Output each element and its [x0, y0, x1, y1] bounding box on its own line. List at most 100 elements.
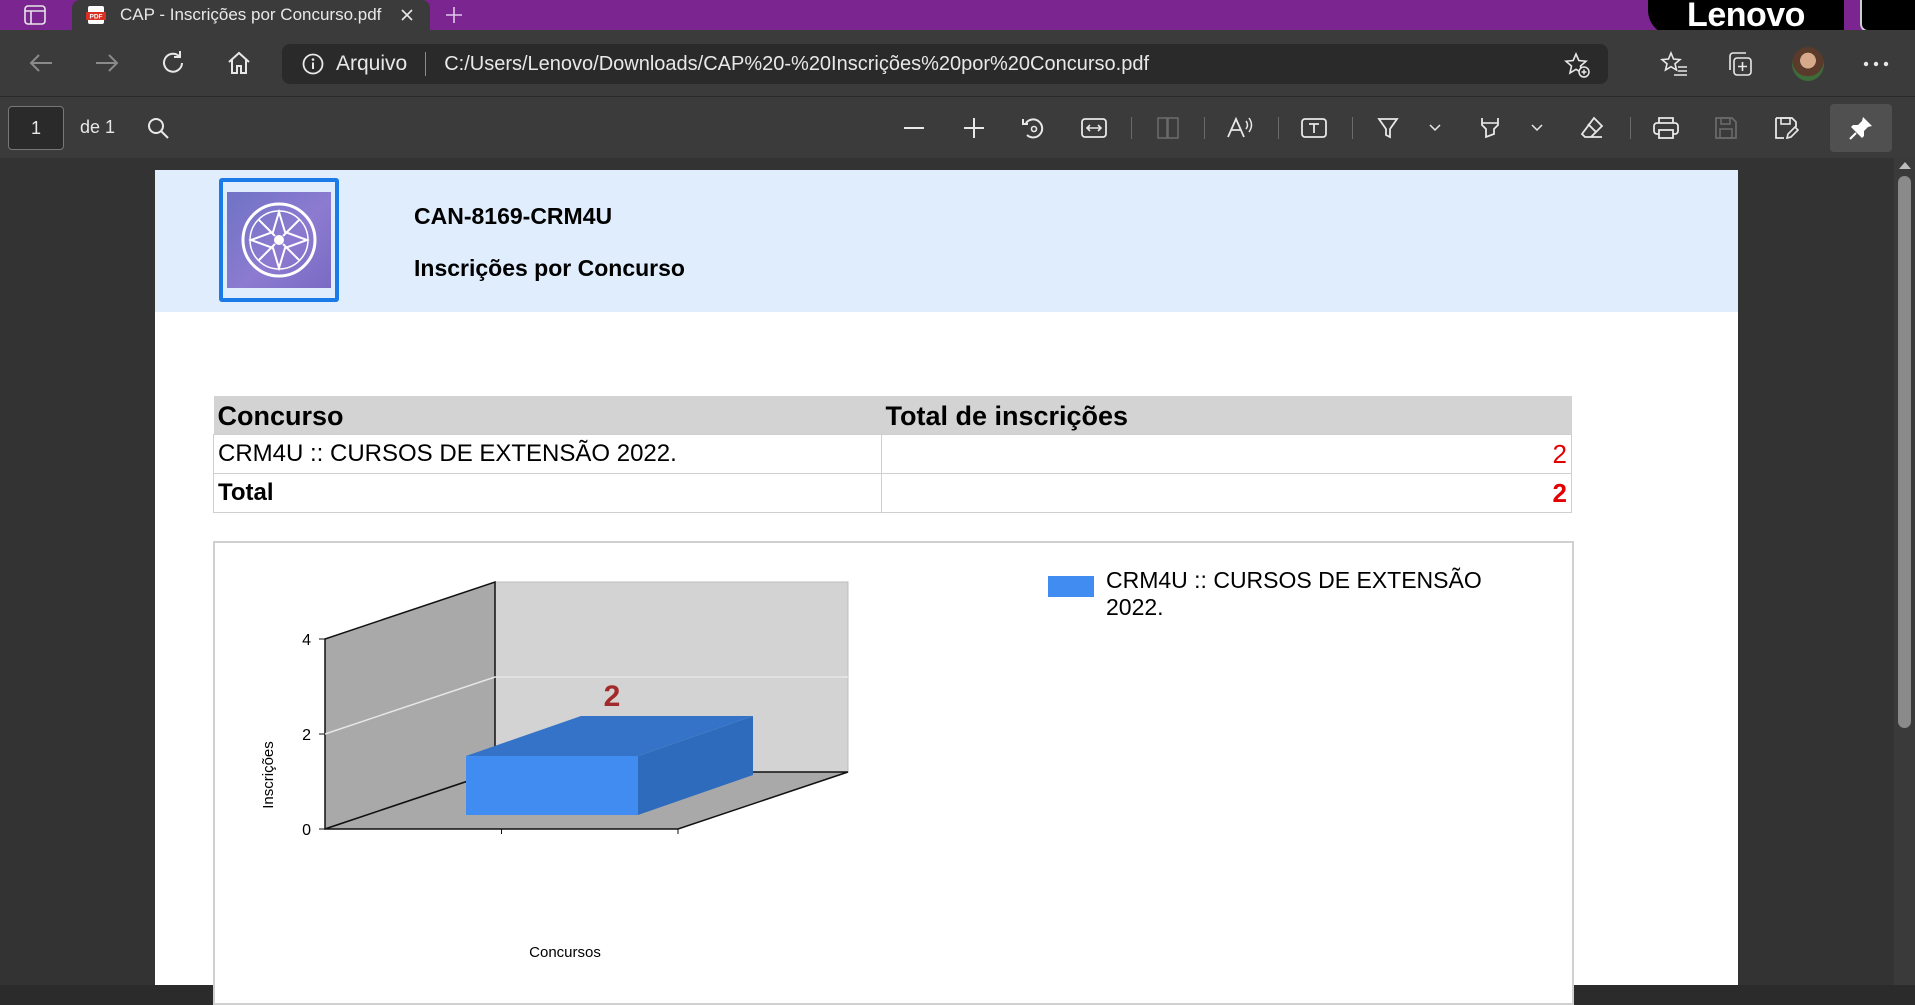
- highlight-button[interactable]: [1474, 112, 1506, 144]
- star-add-icon: [1564, 52, 1590, 78]
- y-axis-label: Inscrições: [260, 741, 277, 809]
- pin-icon: [1849, 117, 1872, 140]
- y-axis-tick-label: 0: [302, 822, 311, 839]
- page-count-label: de 1: [80, 117, 116, 137]
- settings-menu-button[interactable]: [1860, 48, 1892, 80]
- highlighter-icon: [1481, 118, 1499, 139]
- close-tab-button[interactable]: [396, 4, 418, 26]
- save-as-button[interactable]: [1770, 112, 1802, 144]
- address-separator: [425, 52, 427, 76]
- toolbar-divider: [1204, 117, 1205, 139]
- table-total-row: Total 2: [213, 473, 1572, 513]
- search-icon: [148, 118, 169, 139]
- tab-strip: PDF CAP - Inscrições por Concurso.pdf Le…: [0, 0, 1915, 36]
- emblem-icon: [241, 202, 317, 278]
- page-view-icon: [1157, 117, 1179, 139]
- zoom-out-button[interactable]: [898, 112, 930, 144]
- add-favorite-button[interactable]: [1564, 52, 1590, 78]
- pdf-toolbar: de 1: [0, 96, 1915, 158]
- logo-selection-frame[interactable]: [219, 178, 339, 302]
- toolbar-divider: [1278, 117, 1279, 139]
- close-icon: [401, 9, 413, 21]
- browser-toolbar: Arquivo C:/Users/Lenovo/Downloads/CAP%20…: [0, 30, 1915, 96]
- table-row: CRM4U :: CURSOS DE EXTENSÃO 2022. 2: [213, 434, 1572, 474]
- collections-button[interactable]: [1724, 48, 1756, 80]
- erase-button[interactable]: [1576, 112, 1608, 144]
- tab-actions-icon: [24, 5, 46, 25]
- bar-chart: 0 2 4 2 Concursos Inscrições: [260, 580, 849, 961]
- scrollbar-thumb[interactable]: [1898, 176, 1911, 728]
- chevron-down-icon: [1531, 124, 1543, 132]
- read-aloud-icon: [1227, 116, 1253, 138]
- scroll-up-arrow-icon[interactable]: [1899, 162, 1911, 169]
- find-button[interactable]: [142, 112, 174, 144]
- toolbar-divider: [1352, 117, 1353, 139]
- address-bar[interactable]: Arquivo C:/Users/Lenovo/Downloads/CAP%20…: [282, 44, 1608, 84]
- printer-icon: [1653, 117, 1679, 139]
- home-icon: [228, 51, 250, 74]
- draw-options-button[interactable]: [1424, 112, 1446, 144]
- institution-logo: [227, 192, 331, 288]
- active-tab[interactable]: PDF CAP - Inscrições por Concurso.pdf: [72, 0, 430, 30]
- legend-label: CRM4U :: CURSOS DE EXTENSÃO 2022.: [1106, 567, 1482, 620]
- arrow-left-icon: [29, 54, 52, 72]
- forward-button[interactable]: [92, 48, 122, 78]
- total-value: 2: [881, 473, 1572, 513]
- y-axis-tick-label: 4: [302, 632, 311, 649]
- highlight-options-button[interactable]: [1526, 112, 1548, 144]
- add-text-button[interactable]: [1298, 112, 1330, 144]
- favorites-button[interactable]: [1658, 48, 1690, 80]
- bar: [466, 756, 638, 815]
- collections-icon: [1729, 52, 1752, 76]
- summary-table: Concurso Total de inscrições CRM4U :: CU…: [213, 396, 1572, 513]
- report-title: Inscrições por Concurso: [414, 255, 685, 281]
- pin-toolbar-button[interactable]: [1830, 104, 1892, 152]
- info-icon[interactable]: [302, 53, 324, 75]
- page-number-input[interactable]: [8, 106, 64, 150]
- rotate-button[interactable]: [1018, 112, 1050, 144]
- tab-title: CAP - Inscrições por Concurso.pdf: [120, 5, 382, 24]
- pdf-file-icon: PDF: [86, 6, 106, 24]
- fit-width-button[interactable]: [1078, 112, 1110, 144]
- rotate-icon: [1022, 118, 1044, 139]
- save-button[interactable]: [1710, 112, 1742, 144]
- minus-icon: [904, 127, 924, 129]
- zoom-in-button[interactable]: [958, 112, 990, 144]
- report-code: CAN-8169-CRM4U: [414, 203, 613, 229]
- pdf-page: CAN-8169-CRM4U Inscrições por Concurso C…: [155, 170, 1738, 1005]
- chart-container: 0 2 4 2 Concursos Inscrições CRM4U :: CURSOS …: [213, 541, 1574, 1005]
- eraser-icon: [1580, 116, 1604, 138]
- site-origin-label: Arquivo: [336, 52, 408, 75]
- draw-pen-icon: [1377, 118, 1399, 139]
- read-aloud-button[interactable]: [1224, 112, 1256, 144]
- table-header-row: Concurso Total de inscrições: [213, 396, 1572, 435]
- tab-actions-button[interactable]: [12, 3, 58, 27]
- arrow-right-icon: [96, 54, 119, 72]
- plus-icon: [964, 118, 984, 138]
- chevron-down-icon: [1429, 124, 1441, 132]
- new-tab-button[interactable]: [440, 2, 468, 28]
- report-header: CAN-8169-CRM4U Inscrições por Concurso: [155, 170, 1738, 312]
- save-icon: [1715, 117, 1737, 139]
- address-url[interactable]: C:/Users/Lenovo/Downloads/CAP%20-%20Insc…: [444, 53, 1149, 76]
- pdf-viewer[interactable]: CAN-8169-CRM4U Inscrições por Concurso C…: [0, 158, 1915, 1005]
- reload-button[interactable]: [158, 48, 188, 78]
- toolbar-divider: [1131, 117, 1132, 139]
- back-button[interactable]: [26, 48, 56, 78]
- column-header-concurso: Concurso: [213, 396, 882, 435]
- page-view-button[interactable]: [1152, 112, 1184, 144]
- toolbar-divider: [1630, 117, 1631, 139]
- text-box-icon: [1301, 118, 1327, 138]
- profile-button[interactable]: [1792, 47, 1824, 81]
- total-label: Total: [213, 473, 882, 513]
- favorites-list-icon: [1660, 51, 1687, 76]
- home-button[interactable]: [224, 48, 254, 78]
- y-axis-tick-label: 2: [302, 727, 311, 744]
- reload-icon: [163, 51, 183, 73]
- window-control-button[interactable]: [1860, 0, 1915, 32]
- print-button[interactable]: [1650, 112, 1682, 144]
- more-options-icon: [1863, 61, 1889, 67]
- draw-button[interactable]: [1372, 112, 1404, 144]
- x-axis-label: Concursos: [529, 944, 601, 961]
- vertical-scrollbar[interactable]: [1894, 158, 1915, 985]
